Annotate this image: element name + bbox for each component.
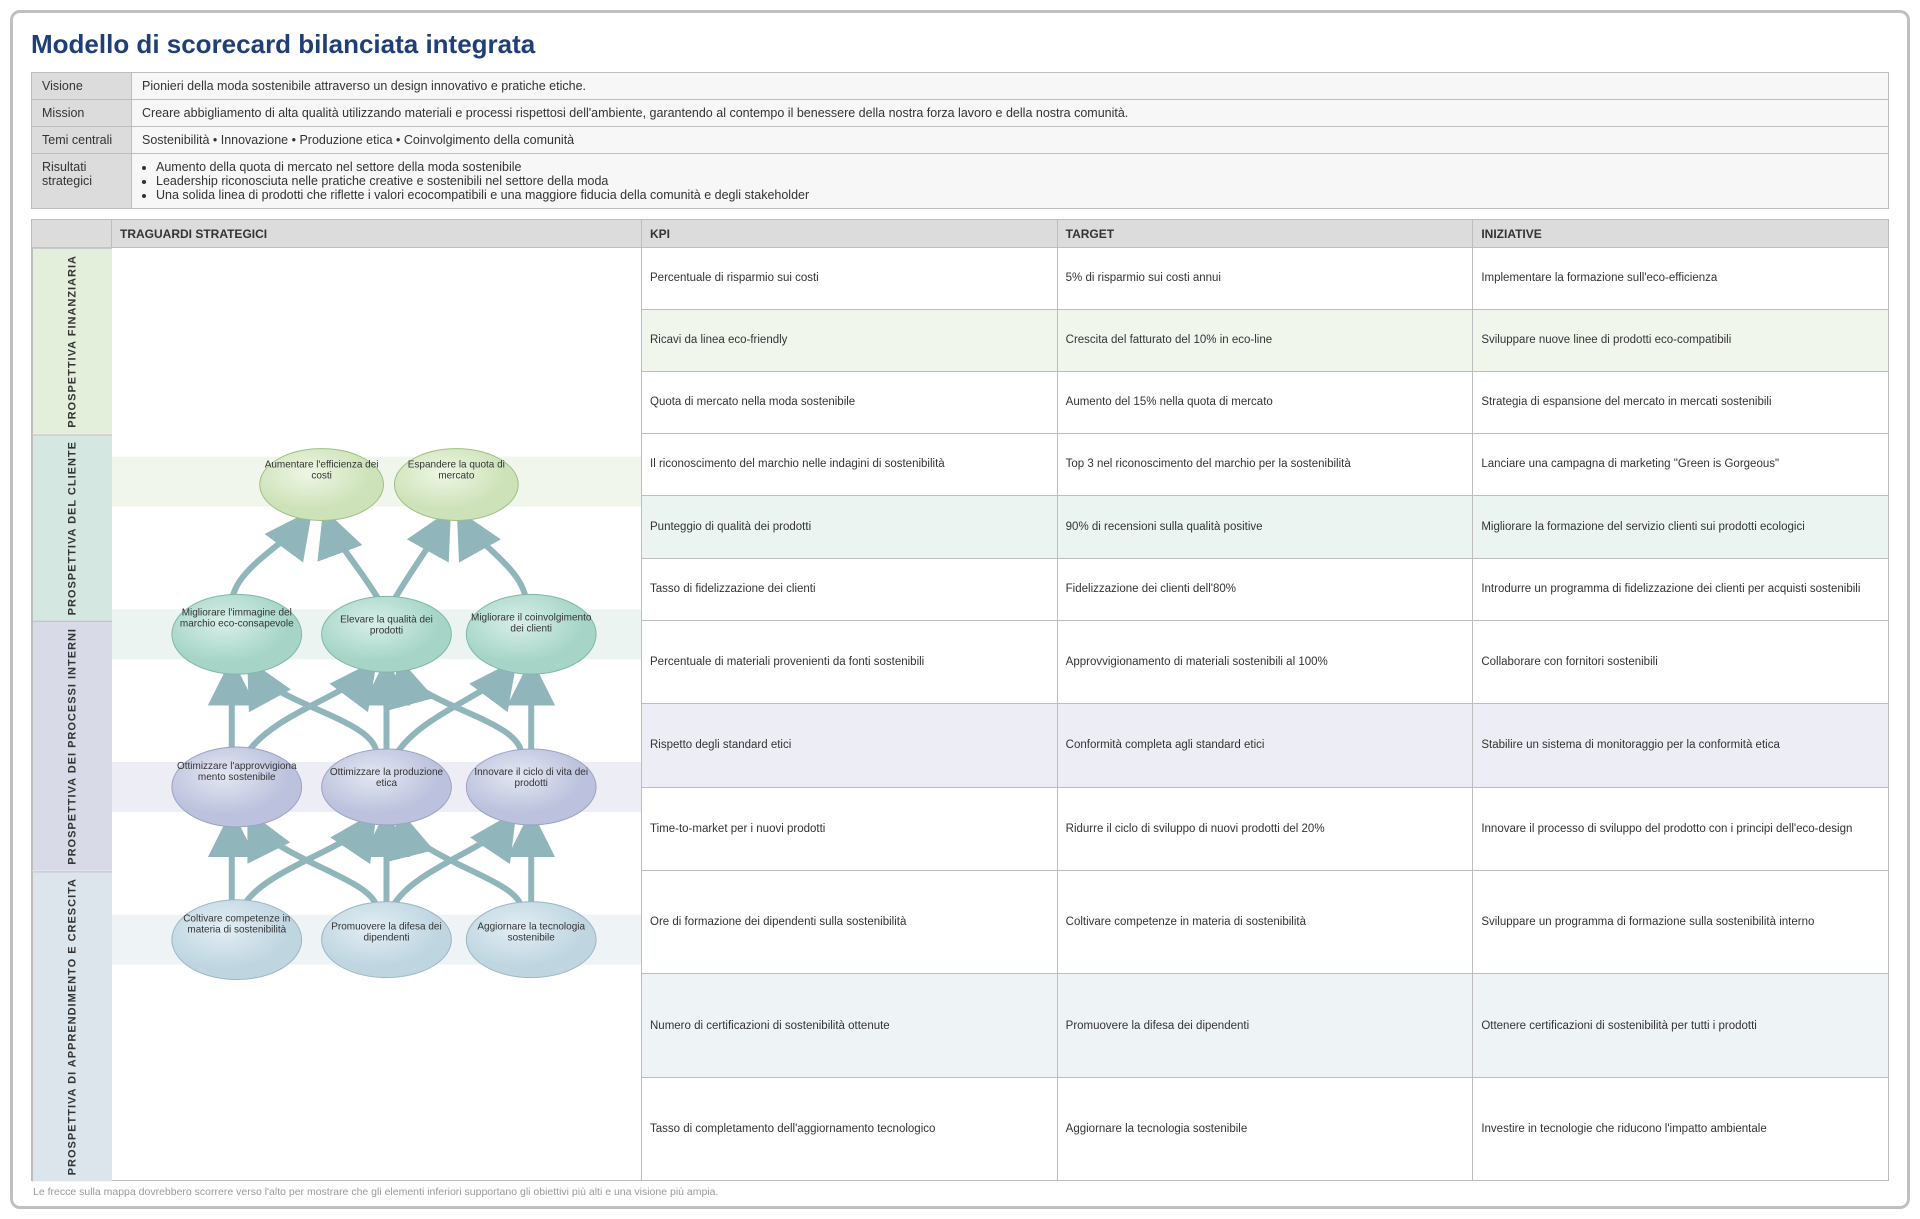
hdr-objectives: TRAGUARDI STRATEGICI xyxy=(112,220,642,248)
target-cell: Conformità completa agli standard etici xyxy=(1058,704,1474,787)
outcomes-value: Aumento della quota di mercato nel setto… xyxy=(132,154,1889,209)
scorecard-grid: TRAGUARDI STRATEGICI KPI TARGET INIZIATI… xyxy=(31,219,1889,1181)
obj-label: Migliorare l'immagine del marchio eco-co… xyxy=(175,607,299,629)
obj-label: Promuovere la difesa dei dipendenti xyxy=(325,922,449,944)
mission-value: Creare abbigliamento di alta qualità uti… xyxy=(132,100,1889,127)
obj-label: Ottimizzare la produzione etica xyxy=(325,767,449,789)
init-cell: Lanciare una campagna di marketing "Gree… xyxy=(1473,434,1889,496)
page-title: Modello di scorecard bilanciata integrat… xyxy=(31,29,1889,60)
init-cell: Introdurre un programma di fidelizzazion… xyxy=(1473,559,1889,621)
strategy-map: Aumentare l'efficienza dei costi Espande… xyxy=(112,248,642,1181)
obj-label: Aumentare l'efficienza dei costi xyxy=(262,460,382,482)
target-cell: Top 3 nel riconoscimento del marchio per… xyxy=(1058,434,1474,496)
obj-label: Ottimizzare l'approvvigiona mento sosten… xyxy=(175,761,299,783)
init-cell: Migliorare la formazione del servizio cl… xyxy=(1473,496,1889,558)
target-cell: Crescita del fatturato del 10% in eco-li… xyxy=(1058,310,1474,372)
target-cell: Ridurre il ciclo di sviluppo di nuovi pr… xyxy=(1058,788,1474,871)
kpi-cell: Tasso di fidelizzazione dei clienti xyxy=(642,559,1058,621)
target-cell: 90% di recensioni sulla qualità positive xyxy=(1058,496,1474,558)
init-cell: Sviluppare un programma di formazione su… xyxy=(1473,871,1889,974)
init-cell: Strategia di espansione del mercato in m… xyxy=(1473,372,1889,434)
kpi-cell: Quota di mercato nella moda sostenibile xyxy=(642,372,1058,434)
init-cell: Collaborare con fornitori sostenibili xyxy=(1473,621,1889,704)
kpi-cell: Percentuale di risparmio sui costi xyxy=(642,248,1058,310)
vision-label: Visione xyxy=(32,73,132,100)
target-cell: Aggiornare la tecnologia sostenibile xyxy=(1058,1078,1474,1181)
init-cell: Sviluppare nuove linee di prodotti eco-c… xyxy=(1473,310,1889,372)
scorecard-page: Modello di scorecard bilanciata integrat… xyxy=(10,10,1910,1209)
outcomes-label: Risultati strategici xyxy=(32,154,132,209)
outcome-item: Leadership riconosciuta nelle pratiche c… xyxy=(156,174,1878,188)
init-cell: Implementare la formazione sull'eco-effi… xyxy=(1473,248,1889,310)
init-cell: Ottenere certificazioni di sostenibilità… xyxy=(1473,974,1889,1077)
themes-value: Sostenibilità • Innovazione • Produzione… xyxy=(132,127,1889,154)
target-cell: 5% di risparmio sui costi annui xyxy=(1058,248,1474,310)
kpi-cell: Il riconoscimento del marchio nelle inda… xyxy=(642,434,1058,496)
obj-label: Migliorare il coinvolgimento dei clienti xyxy=(469,612,593,634)
outcome-item: Aumento della quota di mercato nel setto… xyxy=(156,160,1878,174)
target-cell: Aumento del 15% nella quota di mercato xyxy=(1058,372,1474,434)
vision-value: Pionieri della moda sostenibile attraver… xyxy=(132,73,1889,100)
obj-label: Elevare la qualità dei prodotti xyxy=(325,614,449,636)
outcome-item: Una solida linea di prodotti che riflett… xyxy=(156,188,1878,202)
kpi-cell: Punteggio di qualità dei prodotti xyxy=(642,496,1058,558)
perspective-growth: PROSPETTIVA DI APPRENDIMENTO E CRESCITA xyxy=(32,871,112,1181)
footnote: Le frecce sulla mappa dovrebbero scorrer… xyxy=(31,1181,1889,1200)
mission-label: Mission xyxy=(32,100,132,127)
target-cell: Promuovere la difesa dei dipendenti xyxy=(1058,974,1474,1077)
perspective-financial: PROSPETTIVA FINANZIARIA xyxy=(32,248,112,434)
init-cell: Stabilire un sistema di monitoraggio per… xyxy=(1473,704,1889,787)
hdr-kpi: KPI xyxy=(642,220,1058,248)
hdr-initiatives: INIZIATIVE xyxy=(1473,220,1889,248)
target-cell: Fidelizzazione dei clienti dell'80% xyxy=(1058,559,1474,621)
obj-label: Coltivare competenze in materia di soste… xyxy=(175,914,299,936)
hdr-blank xyxy=(32,220,112,248)
init-cell: Investire in tecnologie che riducono l'i… xyxy=(1473,1078,1889,1181)
themes-label: Temi centrali xyxy=(32,127,132,154)
target-cell: Coltivare competenze in materia di soste… xyxy=(1058,871,1474,974)
kpi-cell: Rispetto degli standard etici xyxy=(642,704,1058,787)
perspective-internal: PROSPETTIVA DEI PROCESSI INTERNI xyxy=(32,621,112,871)
hdr-target: TARGET xyxy=(1058,220,1474,248)
meta-table: Visione Pionieri della moda sostenibile … xyxy=(31,72,1889,209)
obj-label: Espandere la quota di mercato xyxy=(396,460,516,482)
kpi-cell: Time-to-market per i nuovi prodotti xyxy=(642,788,1058,871)
strategy-map-svg: Aumentare l'efficienza dei costi Espande… xyxy=(112,248,641,1180)
kpi-cell: Numero di certificazioni di sostenibilit… xyxy=(642,974,1058,1077)
target-cell: Approvvigionamento di materiali sostenib… xyxy=(1058,621,1474,704)
obj-label: Aggiornare la tecnologia sostenibile xyxy=(469,922,593,944)
init-cell: Innovare il processo di sviluppo del pro… xyxy=(1473,788,1889,871)
obj-label: Innovare il ciclo di vita dei prodotti xyxy=(469,767,593,789)
kpi-cell: Ricavi da linea eco-friendly xyxy=(642,310,1058,372)
kpi-cell: Tasso di completamento dell'aggiornament… xyxy=(642,1078,1058,1181)
kpi-cell: Percentuale di materiali provenienti da … xyxy=(642,621,1058,704)
perspective-customer: PROSPETTIVA DEL CLIENTE xyxy=(32,434,112,621)
kpi-cell: Ore di formazione dei dipendenti sulla s… xyxy=(642,871,1058,974)
